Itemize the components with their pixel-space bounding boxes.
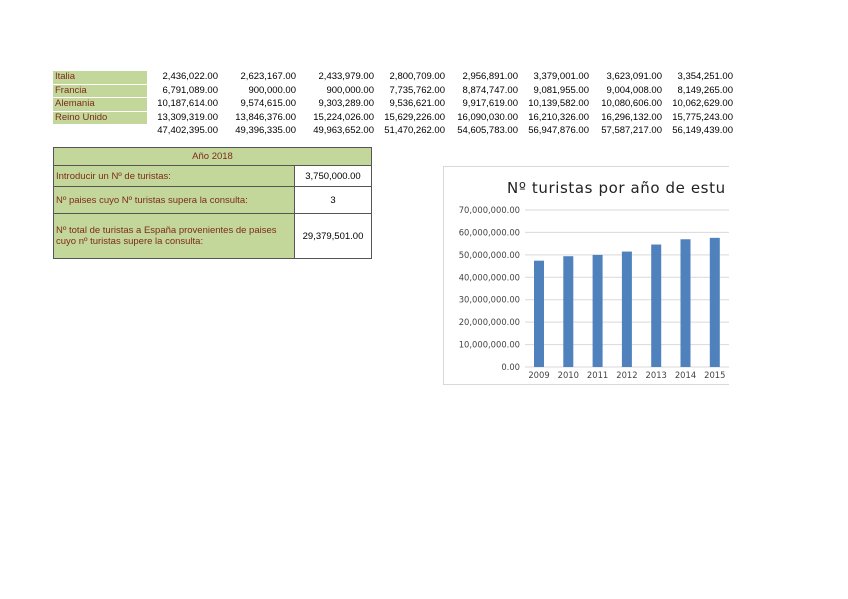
country-cell: Reino Unido: [53, 111, 147, 126]
value-cell: 16,210,326.00: [528, 111, 589, 123]
value-cell: 2,436,022.00: [162, 71, 218, 83]
value-cell: 900,000.00: [248, 84, 296, 96]
x-tick-label: 2012: [616, 370, 637, 380]
y-tick-label: 0.00: [501, 362, 520, 372]
country-cell: Italia: [53, 71, 147, 85]
x-tick-label: 2010: [558, 370, 579, 380]
blank-cell: [53, 125, 147, 138]
y-tick-label: 60,000,000.00: [459, 227, 520, 237]
value-cell: 10,187,614.00: [157, 98, 218, 110]
query-table: Año 2018 Introducir un Nº de turistas: 3…: [53, 147, 372, 259]
chart-plot: 0.00 10,000,000.00 20,000,000.00 30,000,000…: [459, 205, 729, 380]
value-cell: 3,379,001.00: [533, 71, 589, 83]
table-row: Alemania 10,187,614.00 9,574,615.00 9,303,2…: [53, 97, 733, 112]
x-tick-label: 2014: [675, 370, 696, 380]
country-count-value: 3: [294, 186, 372, 214]
country-cell: Francia: [53, 84, 147, 99]
value-cell: 9,536,621.00: [389, 98, 445, 110]
y-tick-label: 50,000,000.00: [459, 250, 520, 260]
table-row: Reino Unido 13,309,319.00 13,846,376.00 15,…: [53, 111, 733, 126]
total-cell: 56,947,876.00: [528, 125, 589, 137]
x-tick-label: 2009: [528, 370, 549, 380]
x-tick-label: 2013: [646, 370, 667, 380]
bar: [563, 256, 574, 367]
query-header: Año 2018: [53, 147, 372, 166]
tourists-data-table: Italia 2,436,022.00 2,623,167.00 2,433,979.…: [53, 71, 733, 138]
value-cell: 900,000.00: [326, 84, 374, 96]
total-cell: 56,149,439.00: [672, 125, 733, 137]
value-cell: 13,846,376.00: [235, 111, 296, 123]
total-label: Nº total de turistas a España provenient…: [53, 213, 295, 259]
value-cell: 16,296,132.00: [601, 111, 662, 123]
bar: [592, 254, 603, 367]
value-cell: 13,309,319.00: [157, 111, 218, 123]
value-cell: 9,917,619.00: [462, 98, 518, 110]
input-label: Introducir un Nº de turistas:: [53, 165, 295, 187]
totals-row: 47,402,395.00 49,396,335.00 49,963,652.00 5…: [53, 125, 733, 138]
value-cell: 15,629,226.00: [384, 111, 445, 123]
total-cell: 47,402,395.00: [157, 125, 218, 137]
bar: [651, 244, 662, 367]
value-cell: 10,139,582.00: [528, 98, 589, 110]
y-tick-label: 20,000,000.00: [459, 317, 520, 327]
tourists-input-cell[interactable]: 3,750,000.00: [294, 165, 372, 187]
bar: [709, 237, 720, 367]
y-tick-label: 10,000,000.00: [459, 340, 520, 350]
value-cell: 2,433,979.00: [318, 71, 374, 83]
total-cell: 49,963,652.00: [313, 125, 374, 137]
value-cell: 8,149,265.00: [677, 84, 733, 96]
total-cell: 54,605,783.00: [457, 125, 518, 137]
country-cell: Alemania: [53, 97, 147, 112]
value-cell: 2,956,891.00: [462, 71, 518, 83]
value-cell: 7,735,762.00: [389, 84, 445, 96]
value-cell: 8,874,747.00: [462, 84, 518, 96]
total-cell: 51,470,262.00: [384, 125, 445, 137]
value-cell: 15,224,026.00: [313, 111, 374, 123]
x-tick-label: 2015: [704, 370, 725, 380]
value-cell: 9,303,289.00: [318, 98, 374, 110]
value-cell: 3,354,251.00: [677, 71, 733, 83]
count-label: Nº paises cuyo Nº turistas supera la con…: [53, 186, 295, 214]
table-row: Francia 6,791,089.00 900,000.00 900,000.00 7…: [53, 84, 733, 99]
value-cell: 16,090,030.00: [457, 111, 518, 123]
value-cell: 9,081,955.00: [533, 84, 589, 96]
bar: [621, 251, 632, 367]
bar: [534, 260, 544, 367]
bar: [680, 239, 691, 367]
value-cell: 9,004,008.00: [606, 84, 662, 96]
value-cell: 2,800,709.00: [389, 71, 445, 83]
value-cell: 2,623,167.00: [240, 71, 296, 83]
tourists-bar-chart: Nº turistas por año de estu 0.00 10,000,0…: [443, 166, 729, 385]
value-cell: 6,791,089.00: [162, 84, 218, 96]
y-tick-label: 40,000,000.00: [459, 272, 520, 282]
x-tick-label: 2011: [587, 370, 608, 380]
value-cell: 15,775,243.00: [672, 111, 733, 123]
value-cell: 10,062,629.00: [672, 98, 733, 110]
total-tourists-value: 29,379,501.00: [294, 213, 372, 259]
value-cell: 9,574,615.00: [240, 98, 296, 110]
y-tick-label: 30,000,000.00: [459, 295, 520, 305]
total-cell: 57,587,217.00: [601, 125, 662, 137]
value-cell: 3,623,091.00: [606, 71, 662, 83]
total-cell: 49,396,335.00: [235, 125, 296, 137]
table-row: Italia 2,436,022.00 2,623,167.00 2,433,979.…: [53, 71, 733, 85]
y-tick-label: 70,000,000.00: [459, 205, 520, 215]
value-cell: 10,080,606.00: [601, 98, 662, 110]
